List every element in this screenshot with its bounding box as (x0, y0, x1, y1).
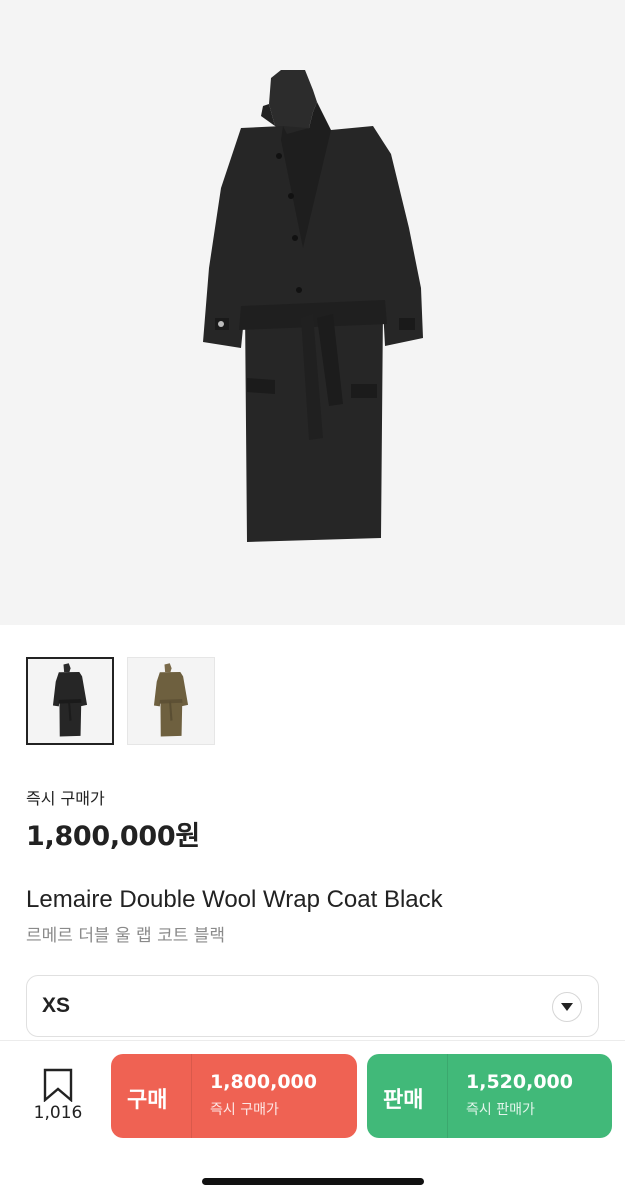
chevron-down-icon (552, 992, 582, 1022)
thumbnail-olive-coat[interactable] (127, 657, 215, 745)
size-select-value: XS (42, 994, 71, 1017)
sell-button[interactable]: 판매 1,520,000 즉시 판매가 (367, 1054, 612, 1138)
instant-price-label: 즉시 구매가 (26, 789, 105, 808)
size-select[interactable]: XS (26, 975, 599, 1037)
product-title-en: Lemaire Double Wool Wrap Coat Black (26, 886, 443, 913)
sell-sub-label: 즉시 판매가 (466, 1102, 535, 1118)
thumbnail-black-coat[interactable] (26, 657, 114, 745)
sell-divider (447, 1054, 448, 1138)
bottom-action-bar: 1,016 구매 1,800,000 즉시 구매가 판매 1,520,000 즉… (0, 1040, 625, 1201)
bookmark-count: 1,016 (33, 1103, 83, 1123)
buy-button[interactable]: 구매 1,800,000 즉시 구매가 (111, 1054, 357, 1138)
instant-price: 1,800,000원 (26, 821, 200, 852)
buy-sub-label: 즉시 구매가 (210, 1102, 279, 1118)
product-main-image[interactable] (0, 0, 625, 625)
thumbnail-strip (26, 657, 215, 745)
bookmark-button[interactable]: 1,016 (30, 1063, 86, 1133)
product-title-ko: 르메르 더블 울 랩 코트 블랙 (26, 926, 226, 946)
sell-label: 판매 (383, 1088, 424, 1113)
buy-divider (191, 1054, 192, 1138)
sell-price: 1,520,000 (466, 1071, 573, 1093)
buy-label: 구매 (127, 1088, 168, 1113)
olive-coat-thumbnail (153, 663, 189, 737)
bookmark-icon (43, 1068, 73, 1102)
home-indicator (202, 1178, 424, 1185)
black-coat-thumbnail (52, 663, 88, 737)
buy-price: 1,800,000 (210, 1071, 317, 1093)
black-wrap-coat-image (202, 69, 423, 542)
